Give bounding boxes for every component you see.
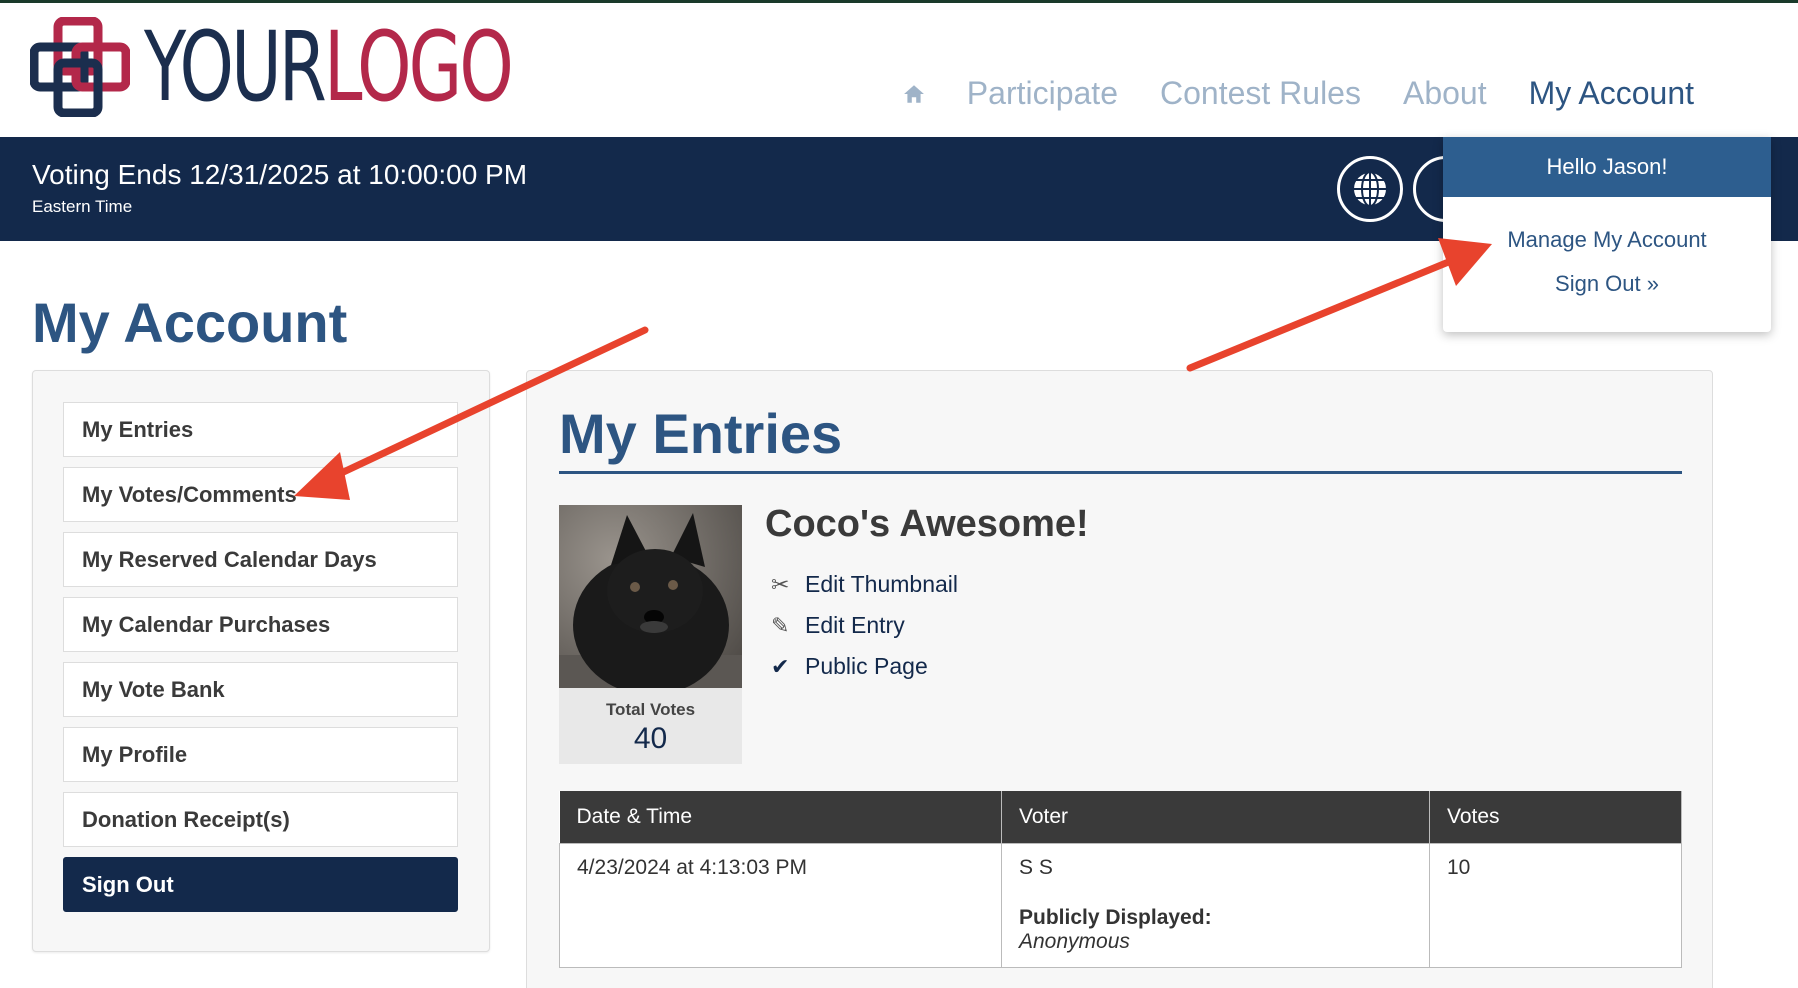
dropdown-greeting: Hello Jason! [1443, 137, 1771, 197]
logo-mark-icon [30, 17, 130, 117]
edit-entry-link[interactable]: ✎ Edit Entry [771, 612, 905, 639]
sidebar-item-my-entries[interactable]: My Entries [63, 402, 458, 457]
row-datetime: 4/23/2024 at 4:13:03 PM [559, 842, 1002, 968]
column-header-date-time: Date & Time [559, 791, 1002, 843]
votes-table-header: Date & Time Voter Votes [559, 791, 1682, 843]
sidebar-item-donation-receipts[interactable]: Donation Receipt(s) [63, 792, 458, 847]
checkmark-icon: ✔ [771, 653, 790, 679]
entry-thumbnail[interactable] [559, 505, 742, 688]
entries-divider [559, 471, 1682, 474]
nav-participate[interactable]: Participate [967, 75, 1118, 112]
column-header-votes: Votes [1429, 791, 1682, 843]
sidebar-item-my-profile[interactable]: My Profile [63, 727, 458, 782]
table-row: 4/23/2024 at 4:13:03 PM S S Publicly Dis… [559, 842, 1682, 968]
entries-title: My Entries [559, 402, 843, 465]
sidebar-item-reserved-calendar-days[interactable]: My Reserved Calendar Days [63, 532, 458, 587]
sidebar-item-calendar-purchases[interactable]: My Calendar Purchases [63, 597, 458, 652]
page-title: My Account [32, 291, 348, 354]
total-votes-box: Total Votes 40 [559, 688, 742, 764]
edit-entry-label: Edit Entry [805, 612, 905, 638]
edit-thumbnail-link[interactable]: ✂ Edit Thumbnail [771, 571, 958, 598]
total-votes-value: 40 [633, 722, 668, 755]
public-page-label: Public Page [805, 653, 928, 679]
account-sidebar: My Entries My Votes/Comments My Reserved… [32, 370, 490, 952]
account-dropdown: Hello Jason! Manage My Account Sign Out … [1443, 137, 1771, 332]
nav-about[interactable]: About [1403, 75, 1487, 112]
language-button[interactable] [1337, 156, 1403, 222]
pencil-icon: ✎ [771, 612, 790, 638]
globe-icon [1352, 171, 1388, 207]
scissors-icon: ✂ [771, 571, 790, 597]
publicly-displayed-label: Publicly Displayed: [1019, 905, 1212, 929]
entries-panel: My Entries Total Votes 40 Coco's Awesome… [526, 370, 1713, 988]
votes-table: Date & Time Voter Votes 4/23/2024 at 4:1… [559, 791, 1682, 968]
logo-wordmark: YOURLOGO [144, 19, 514, 115]
manage-account-link[interactable]: Manage My Account [1443, 227, 1771, 253]
logo-word-logo: LOGO [323, 11, 514, 123]
voting-ends-text: Voting Ends 12/31/2025 at 10:00:00 PM [32, 159, 528, 190]
sidebar-item-my-votes-comments[interactable]: My Votes/Comments [63, 467, 458, 522]
dropdown-sign-out-link[interactable]: Sign Out » [1443, 271, 1771, 297]
sidebar-item-vote-bank[interactable]: My Vote Bank [63, 662, 458, 717]
row-voter: S S [1019, 855, 1053, 879]
site-header: YOURLOGO Participate Contest Rules About… [0, 3, 1798, 137]
timezone-text: Eastern Time [32, 197, 133, 216]
nav-contest-rules[interactable]: Contest Rules [1160, 75, 1361, 112]
logo-word-your: YOUR [144, 11, 327, 123]
entry-name: Coco's Awesome! [765, 503, 1089, 545]
total-votes-label: Total Votes [605, 700, 696, 719]
row-votes: 10 [1429, 842, 1682, 968]
publicly-displayed-value: Anonymous [1019, 929, 1130, 953]
main-nav: Participate Contest Rules About My Accou… [903, 75, 1694, 112]
column-header-voter: Voter [1001, 791, 1430, 843]
dog-photo [559, 505, 742, 688]
nav-my-account[interactable]: My Account [1529, 75, 1694, 112]
sidebar-sign-out-button[interactable]: Sign Out [63, 857, 458, 912]
row-voter-cell: S S Publicly Displayed: Anonymous [1001, 842, 1430, 968]
public-page-link[interactable]: ✔ Public Page [771, 653, 928, 680]
home-icon[interactable] [903, 83, 925, 105]
edit-thumbnail-label: Edit Thumbnail [805, 571, 958, 597]
site-logo[interactable]: YOURLOGO [30, 17, 654, 117]
